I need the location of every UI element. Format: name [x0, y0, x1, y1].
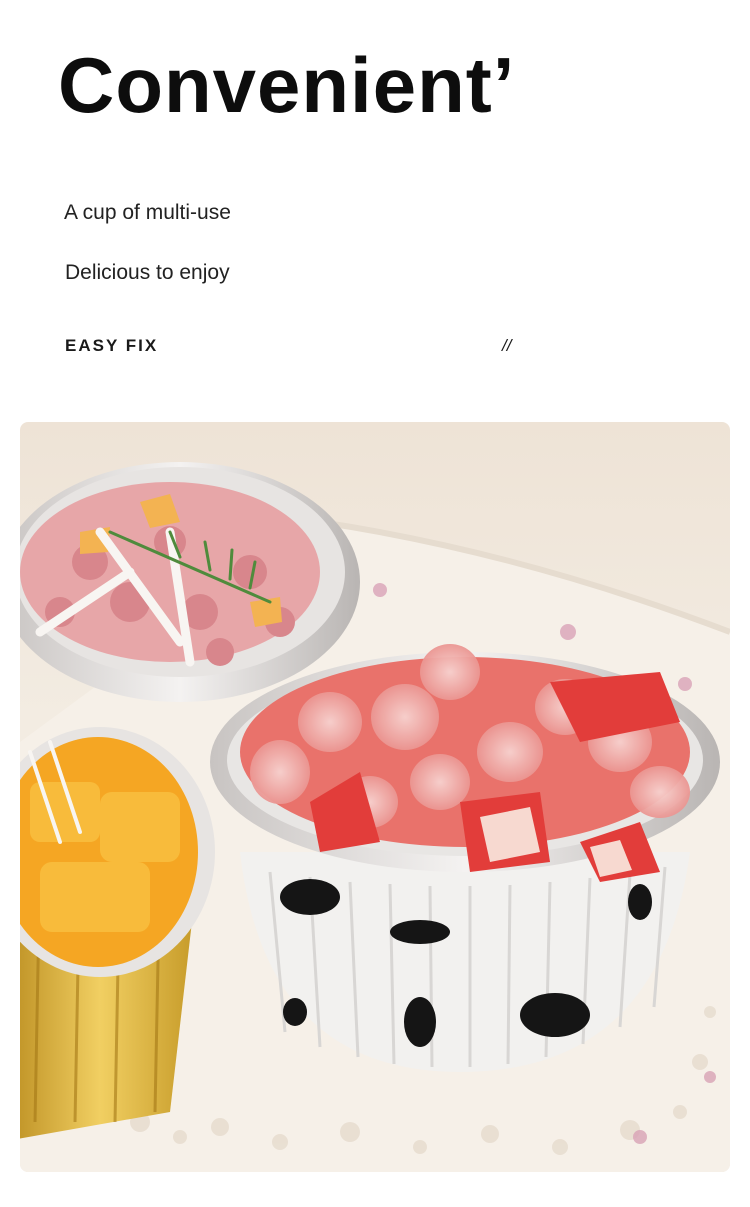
easy-fix-label: EASY FIX: [65, 336, 159, 355]
intro-line-2: Delicious to enjoy: [65, 261, 230, 284]
product-photo-illustration: [20, 422, 730, 1172]
divider-mark: //: [502, 336, 512, 355]
intro-line-1: A cup of multi-use: [64, 201, 231, 224]
product-photo: [20, 422, 730, 1172]
page-title: Convenient’: [58, 41, 516, 129]
